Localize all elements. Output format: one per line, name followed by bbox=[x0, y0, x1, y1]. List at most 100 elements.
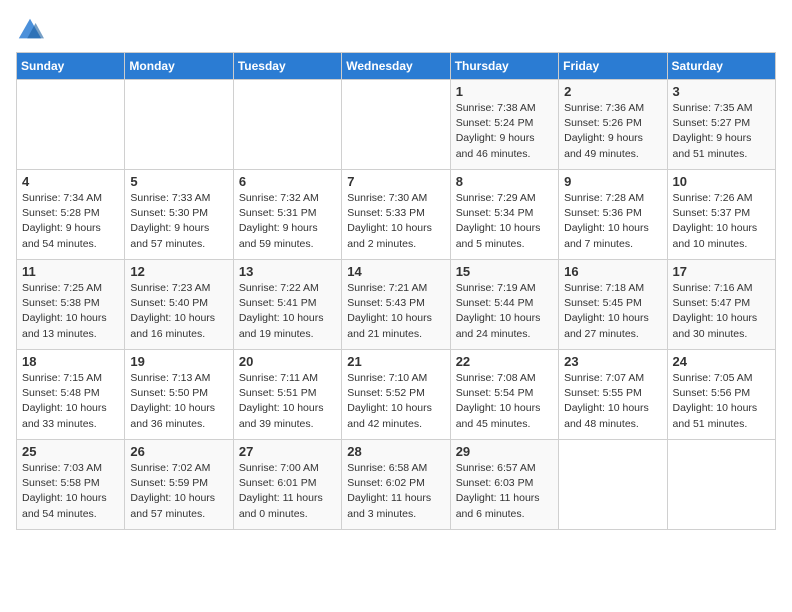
day-cell: 12Sunrise: 7:23 AM Sunset: 5:40 PM Dayli… bbox=[125, 260, 233, 350]
day-detail: Sunrise: 7:22 AM Sunset: 5:41 PM Dayligh… bbox=[239, 281, 336, 342]
day-detail: Sunrise: 7:32 AM Sunset: 5:31 PM Dayligh… bbox=[239, 191, 336, 252]
day-detail: Sunrise: 7:16 AM Sunset: 5:47 PM Dayligh… bbox=[673, 281, 770, 342]
day-number: 15 bbox=[456, 264, 553, 279]
day-detail: Sunrise: 7:05 AM Sunset: 5:56 PM Dayligh… bbox=[673, 371, 770, 432]
day-detail: Sunrise: 7:33 AM Sunset: 5:30 PM Dayligh… bbox=[130, 191, 227, 252]
day-number: 24 bbox=[673, 354, 770, 369]
day-number: 8 bbox=[456, 174, 553, 189]
day-cell bbox=[125, 80, 233, 170]
calendar-table: SundayMondayTuesdayWednesdayThursdayFrid… bbox=[16, 52, 776, 530]
day-cell: 19 Sunrise: 7:13 AM Sunset: 5:50 PM Dayli… bbox=[125, 350, 233, 440]
day-cell: 8 Sunrise: 7:29 AM Sunset: 5:34 PM Daylig… bbox=[450, 170, 558, 260]
day-detail: Sunrise: 7:00 AM Sunset: 6:01 PM Dayligh… bbox=[239, 461, 336, 522]
day-cell: 15 Sunrise: 7:19 AM Sunset: 5:44 PM Dayli… bbox=[450, 260, 558, 350]
day-number: 16 bbox=[564, 264, 661, 279]
day-cell: 17 Sunrise: 7:16 AM Sunset: 5:47 PM Dayli… bbox=[667, 260, 775, 350]
day-detail: Sunrise: 7:13 AM Sunset: 5:50 PM Dayligh… bbox=[130, 371, 227, 432]
day-header-friday: Friday bbox=[559, 53, 667, 80]
day-cell: 29 Sunrise: 6:57 AM Sunset: 6:03 PM Dayli… bbox=[450, 440, 558, 530]
logo-icon bbox=[16, 16, 44, 44]
day-detail: Sunrise: 7:26 AM Sunset: 5:37 PM Dayligh… bbox=[673, 191, 770, 252]
day-detail: Sunrise: 6:58 AM Sunset: 6:02 PM Dayligh… bbox=[347, 461, 444, 522]
day-detail: Sunrise: 7:38 AM Sunset: 5:24 PM Dayligh… bbox=[456, 101, 553, 162]
day-number: 22 bbox=[456, 354, 553, 369]
day-cell: 28Sunrise: 6:58 AM Sunset: 6:02 PM Dayli… bbox=[342, 440, 450, 530]
day-number: 1 bbox=[456, 84, 553, 99]
day-number: 3 bbox=[673, 84, 770, 99]
day-cell bbox=[233, 80, 341, 170]
day-number: 5 bbox=[130, 174, 227, 189]
day-header-tuesday: Tuesday bbox=[233, 53, 341, 80]
day-number: 13 bbox=[239, 264, 336, 279]
day-detail: Sunrise: 7:25 AM Sunset: 5:38 PM Dayligh… bbox=[22, 281, 119, 342]
day-header-monday: Monday bbox=[125, 53, 233, 80]
day-cell: 27 Sunrise: 7:00 AM Sunset: 6:01 PM Dayli… bbox=[233, 440, 341, 530]
day-detail: Sunrise: 7:18 AM Sunset: 5:45 PM Dayligh… bbox=[564, 281, 661, 342]
week-row-3: 11Sunrise: 7:25 AM Sunset: 5:38 PM Dayli… bbox=[17, 260, 776, 350]
day-number: 6 bbox=[239, 174, 336, 189]
day-number: 19 bbox=[130, 354, 227, 369]
day-detail: Sunrise: 7:21 AM Sunset: 5:43 PM Dayligh… bbox=[347, 281, 444, 342]
day-detail: Sunrise: 7:10 AM Sunset: 5:52 PM Dayligh… bbox=[347, 371, 444, 432]
day-number: 7 bbox=[347, 174, 444, 189]
day-number: 27 bbox=[239, 444, 336, 459]
day-detail: Sunrise: 7:03 AM Sunset: 5:58 PM Dayligh… bbox=[22, 461, 119, 522]
day-cell: 1 Sunrise: 7:38 AM Sunset: 5:24 PM Daylig… bbox=[450, 80, 558, 170]
day-cell: 6 Sunrise: 7:32 AM Sunset: 5:31 PM Daylig… bbox=[233, 170, 341, 260]
day-cell: 16 Sunrise: 7:18 AM Sunset: 5:45 PM Dayli… bbox=[559, 260, 667, 350]
logo bbox=[16, 16, 48, 44]
day-number: 18 bbox=[22, 354, 119, 369]
day-detail: Sunrise: 7:30 AM Sunset: 5:33 PM Dayligh… bbox=[347, 191, 444, 252]
day-detail: Sunrise: 7:15 AM Sunset: 5:48 PM Dayligh… bbox=[22, 371, 119, 432]
day-number: 2 bbox=[564, 84, 661, 99]
day-cell: 9 Sunrise: 7:28 AM Sunset: 5:36 PM Daylig… bbox=[559, 170, 667, 260]
day-detail: Sunrise: 6:57 AM Sunset: 6:03 PM Dayligh… bbox=[456, 461, 553, 522]
day-detail: Sunrise: 7:28 AM Sunset: 5:36 PM Dayligh… bbox=[564, 191, 661, 252]
day-detail: Sunrise: 7:29 AM Sunset: 5:34 PM Dayligh… bbox=[456, 191, 553, 252]
day-header-thursday: Thursday bbox=[450, 53, 558, 80]
day-number: 14 bbox=[347, 264, 444, 279]
day-cell: 4 Sunrise: 7:34 AM Sunset: 5:28 PM Daylig… bbox=[17, 170, 125, 260]
day-cell: 26 Sunrise: 7:02 AM Sunset: 5:59 PM Dayli… bbox=[125, 440, 233, 530]
day-cell: 24 Sunrise: 7:05 AM Sunset: 5:56 PM Dayli… bbox=[667, 350, 775, 440]
header-row: SundayMondayTuesdayWednesdayThursdayFrid… bbox=[17, 53, 776, 80]
day-detail: Sunrise: 7:36 AM Sunset: 5:26 PM Dayligh… bbox=[564, 101, 661, 162]
day-header-saturday: Saturday bbox=[667, 53, 775, 80]
week-row-2: 4 Sunrise: 7:34 AM Sunset: 5:28 PM Daylig… bbox=[17, 170, 776, 260]
week-row-4: 18 Sunrise: 7:15 AM Sunset: 5:48 PM Dayli… bbox=[17, 350, 776, 440]
day-cell: 2 Sunrise: 7:36 AM Sunset: 5:26 PM Daylig… bbox=[559, 80, 667, 170]
day-number: 20 bbox=[239, 354, 336, 369]
day-number: 29 bbox=[456, 444, 553, 459]
day-number: 17 bbox=[673, 264, 770, 279]
day-cell bbox=[559, 440, 667, 530]
day-cell: 11Sunrise: 7:25 AM Sunset: 5:38 PM Dayli… bbox=[17, 260, 125, 350]
day-cell: 7 Sunrise: 7:30 AM Sunset: 5:33 PM Daylig… bbox=[342, 170, 450, 260]
day-cell: 3 Sunrise: 7:35 AM Sunset: 5:27 PM Daylig… bbox=[667, 80, 775, 170]
day-cell: 14 Sunrise: 7:21 AM Sunset: 5:43 PM Dayli… bbox=[342, 260, 450, 350]
day-cell bbox=[667, 440, 775, 530]
week-row-5: 25 Sunrise: 7:03 AM Sunset: 5:58 PM Dayli… bbox=[17, 440, 776, 530]
day-detail: Sunrise: 7:11 AM Sunset: 5:51 PM Dayligh… bbox=[239, 371, 336, 432]
day-detail: Sunrise: 7:19 AM Sunset: 5:44 PM Dayligh… bbox=[456, 281, 553, 342]
day-cell bbox=[17, 80, 125, 170]
day-number: 25 bbox=[22, 444, 119, 459]
day-detail: Sunrise: 7:08 AM Sunset: 5:54 PM Dayligh… bbox=[456, 371, 553, 432]
day-number: 26 bbox=[130, 444, 227, 459]
page-header bbox=[16, 16, 776, 44]
week-row-1: 1 Sunrise: 7:38 AM Sunset: 5:24 PM Daylig… bbox=[17, 80, 776, 170]
day-cell: 5 Sunrise: 7:33 AM Sunset: 5:30 PM Daylig… bbox=[125, 170, 233, 260]
day-number: 4 bbox=[22, 174, 119, 189]
day-number: 12 bbox=[130, 264, 227, 279]
day-cell bbox=[342, 80, 450, 170]
day-detail: Sunrise: 7:35 AM Sunset: 5:27 PM Dayligh… bbox=[673, 101, 770, 162]
day-number: 9 bbox=[564, 174, 661, 189]
day-detail: Sunrise: 7:02 AM Sunset: 5:59 PM Dayligh… bbox=[130, 461, 227, 522]
day-cell: 22 Sunrise: 7:08 AM Sunset: 5:54 PM Dayli… bbox=[450, 350, 558, 440]
day-cell: 10Sunrise: 7:26 AM Sunset: 5:37 PM Dayli… bbox=[667, 170, 775, 260]
day-cell: 13 Sunrise: 7:22 AM Sunset: 5:41 PM Dayli… bbox=[233, 260, 341, 350]
day-cell: 18 Sunrise: 7:15 AM Sunset: 5:48 PM Dayli… bbox=[17, 350, 125, 440]
day-detail: Sunrise: 7:34 AM Sunset: 5:28 PM Dayligh… bbox=[22, 191, 119, 252]
day-number: 21 bbox=[347, 354, 444, 369]
day-cell: 20 Sunrise: 7:11 AM Sunset: 5:51 PM Dayli… bbox=[233, 350, 341, 440]
day-number: 23 bbox=[564, 354, 661, 369]
